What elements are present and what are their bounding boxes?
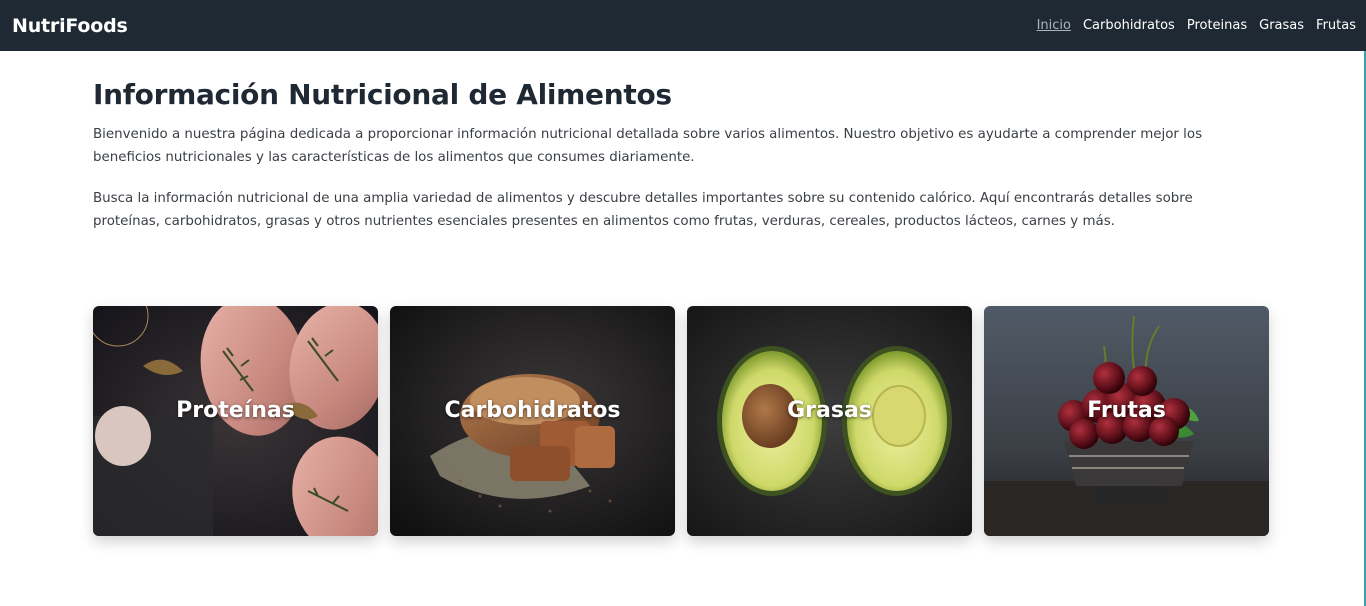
card-proteinas[interactable]: Proteínas [93, 306, 378, 536]
nav-links: Inicio Carbohidratos Proteinas Grasas Fr… [1025, 18, 1356, 33]
category-cards: Proteínas Carbohidratos Grasas Frutas [93, 306, 1269, 536]
nav-link-grasas[interactable]: Grasas [1259, 18, 1304, 33]
info-paragraph: Busca la información nutricional de una … [93, 191, 1193, 229]
nav-link-proteinas[interactable]: Proteinas [1187, 18, 1247, 33]
top-navbar: NutriFoods Inicio Carbohidratos Proteina… [0, 0, 1366, 51]
brand-logo[interactable]: NutriFoods [12, 15, 128, 37]
card-grasas[interactable]: Grasas [687, 306, 972, 536]
nav-link-carbohidratos[interactable]: Carbohidratos [1083, 18, 1175, 33]
card-frutas[interactable]: Frutas [984, 306, 1269, 536]
card-label-proteinas: Proteínas [176, 398, 295, 423]
card-carbohidratos[interactable]: Carbohidratos [390, 306, 675, 536]
page-title: Información Nutricional de Alimentos [93, 78, 672, 111]
main-content: Información Nutricional de Alimentos Bie… [93, 51, 1273, 233]
intro-paragraph: Bienvenido a nuestra página dedicada a p… [93, 127, 1203, 165]
card-label-grasas: Grasas [787, 398, 872, 423]
card-label-carbohidratos: Carbohidratos [444, 398, 621, 423]
nav-link-frutas[interactable]: Frutas [1316, 18, 1356, 33]
card-label-frutas: Frutas [1087, 398, 1166, 423]
nav-link-inicio[interactable]: Inicio [1037, 18, 1071, 33]
